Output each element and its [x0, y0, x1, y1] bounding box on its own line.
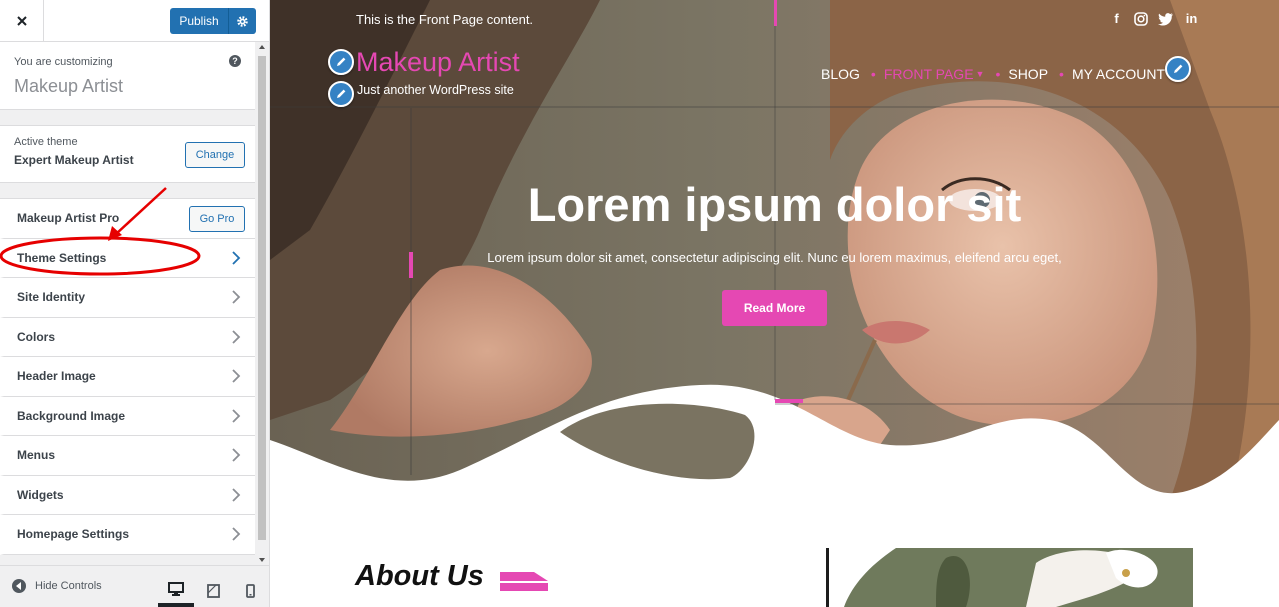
collapse-arrow-icon [12, 579, 26, 593]
chevron-right-icon [232, 527, 241, 541]
section-label: Colors [17, 329, 56, 344]
nav-separator: • [870, 66, 876, 82]
section-label: Header Image [17, 369, 96, 384]
customizer-footer: Hide Controls [0, 565, 269, 607]
edit-tagline-button[interactable] [328, 81, 354, 107]
tablet-icon [206, 583, 220, 598]
customizing-info: You are customizing Makeup Artist ? [0, 42, 255, 110]
publish-settings-button[interactable] [229, 8, 256, 34]
customizer-header: Publish [0, 0, 269, 42]
section-label: Widgets [17, 487, 64, 502]
preview-mobile-button[interactable] [232, 574, 268, 607]
about-image [826, 548, 1193, 607]
site-preview: This is the Front Page content. f in Mak… [270, 0, 1279, 607]
nav-separator: • [1059, 66, 1064, 82]
close-icon [16, 15, 27, 26]
hide-controls-button[interactable]: Hide Controls [12, 579, 102, 593]
chevron-right-icon [232, 488, 241, 502]
edit-site-title-button[interactable] [328, 49, 354, 75]
section-label: Menus [17, 448, 56, 463]
scroll-up-arrow-icon[interactable] [259, 45, 265, 49]
nav-item-shop[interactable]: SHOP [1008, 66, 1048, 82]
twitter-icon[interactable] [1158, 12, 1174, 26]
publish-group: Publish [170, 8, 256, 34]
section-background-image[interactable]: Background Image [0, 396, 255, 436]
customizer-panel: You are customizing Makeup Artist ? Acti… [0, 42, 255, 565]
hero-section: This is the Front Page content. f in Mak… [270, 0, 1279, 500]
about-heading-decoration [500, 572, 548, 591]
site-tagline: Just another WordPress site [357, 83, 514, 97]
scroll-thumb[interactable] [258, 56, 266, 540]
section-label: Site Identity [17, 290, 86, 305]
mobile-icon [245, 583, 255, 598]
chevron-right-icon [232, 330, 241, 344]
nav-item-blog[interactable]: BLOG [821, 66, 860, 82]
chevron-right-icon [232, 369, 241, 383]
preview-desktop-button[interactable] [158, 574, 194, 607]
customizer-sections: Makeup Artist Pro Go Pro Theme Settings … [0, 198, 255, 555]
active-theme-panel: Active theme Expert Makeup Artist Change [0, 125, 255, 183]
section-homepage-settings[interactable]: Homepage Settings [0, 515, 255, 555]
chevron-right-icon [232, 409, 241, 423]
go-pro-button[interactable]: Go Pro [189, 206, 245, 232]
section-site-identity[interactable]: Site Identity [0, 278, 255, 318]
pencil-icon [1174, 64, 1183, 73]
active-theme-label: Active theme [14, 136, 78, 148]
hero-description: Lorem ipsum dolor sit amet, consectetur … [487, 250, 1062, 265]
section-widgets[interactable]: Widgets [0, 475, 255, 515]
social-links: f in [1109, 11, 1199, 26]
publish-button[interactable]: Publish [170, 8, 229, 34]
scroll-down-arrow-icon[interactable] [259, 558, 265, 562]
linkedin-icon[interactable]: in [1184, 11, 1199, 26]
facebook-icon[interactable]: f [1109, 11, 1124, 26]
section-label: Theme Settings [17, 250, 107, 265]
nav-item-my-account[interactable]: MY ACCOUNT [1072, 66, 1165, 82]
active-theme-name: Expert Makeup Artist [14, 153, 134, 167]
section-makeup-artist-pro: Makeup Artist Pro Go Pro [0, 199, 255, 239]
section-theme-settings[interactable]: Theme Settings [0, 238, 255, 278]
chevron-right-icon [232, 251, 241, 265]
chevron-down-icon[interactable]: ▼ [976, 69, 985, 79]
customizing-site-name: Makeup Artist [14, 76, 124, 96]
section-colors[interactable]: Colors [0, 317, 255, 357]
primary-navigation: BLOG • FRONT PAGE ▼ • SHOP • MY ACCOUNT [821, 66, 1165, 82]
topbar-text: This is the Front Page content. [356, 12, 534, 27]
section-label: Background Image [17, 408, 126, 423]
hero-title: Lorem ipsum dolor sit [527, 178, 1022, 231]
section-menus[interactable]: Menus [0, 436, 255, 476]
hide-controls-label: Hide Controls [35, 580, 102, 592]
nav-separator: • [995, 66, 1001, 82]
desktop-icon [168, 581, 184, 596]
customizer-sidebar: Publish You are customizing Makeup Artis… [0, 0, 270, 607]
section-label: Homepage Settings [17, 527, 130, 542]
gear-icon [237, 15, 248, 27]
customizing-label: You are customizing [14, 56, 113, 68]
edit-menu-button[interactable] [1165, 56, 1191, 82]
about-us-heading: About Us [355, 560, 484, 592]
chevron-right-icon [232, 290, 241, 304]
close-customizer-button[interactable] [0, 0, 44, 41]
read-more-button[interactable]: Read More [722, 290, 827, 326]
site-title[interactable]: Makeup Artist [356, 47, 520, 78]
nav-item-front-page[interactable]: FRONT PAGE [884, 66, 974, 82]
pencil-icon [337, 89, 346, 98]
section-header-image[interactable]: Header Image [0, 357, 255, 397]
sidebar-scrollbar[interactable] [255, 42, 269, 565]
instagram-icon[interactable] [1134, 11, 1148, 26]
pencil-icon [337, 57, 346, 66]
help-icon[interactable]: ? [229, 55, 241, 67]
section-label: Makeup Artist Pro [17, 211, 120, 226]
preview-tablet-button[interactable] [195, 574, 231, 607]
chevron-right-icon [232, 448, 241, 462]
change-theme-button[interactable]: Change [185, 142, 245, 168]
